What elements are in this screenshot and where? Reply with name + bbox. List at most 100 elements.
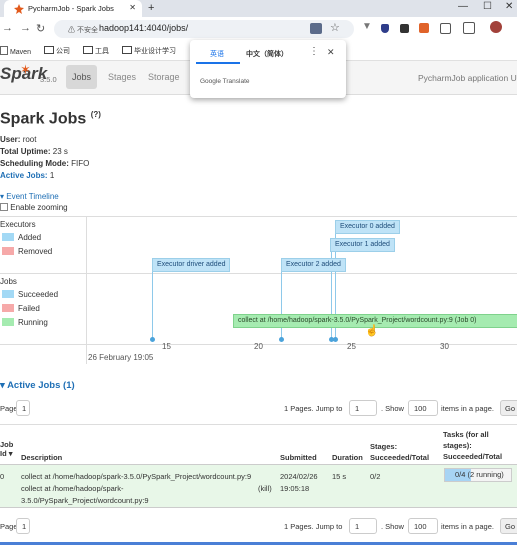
folder-icon (44, 46, 54, 54)
back-arrow-icon[interactable]: → (2, 22, 13, 34)
go-button[interactable]: Go (500, 400, 517, 416)
event-line (281, 270, 282, 340)
event-executor-2-added[interactable]: Executor 2 added (281, 258, 346, 272)
spark-favicon-icon (14, 4, 24, 14)
kill-link[interactable]: (kill) (258, 484, 272, 493)
active-jobs-heading[interactable]: ▾ Active Jobs (1) (0, 380, 75, 391)
bookmark-star-icon[interactable]: ☆ (330, 21, 340, 34)
event-dot[interactable] (150, 337, 155, 342)
jump-to-input[interactable]: 1 (349, 400, 377, 416)
close-window-icon[interactable]: ✕ (505, 1, 513, 12)
help-link[interactable]: (?) (91, 110, 101, 119)
duration-cell: 15 s (332, 472, 347, 481)
bookmark-thesis[interactable]: 毕业设计学习 (122, 46, 176, 56)
tab-storage[interactable]: Storage (142, 65, 186, 89)
legend-running-swatch (2, 318, 14, 326)
axis-tick: 15 (162, 342, 171, 351)
bookmark-company[interactable]: 公司 (44, 46, 70, 56)
legend-running: Running (18, 318, 48, 327)
legend-added-swatch (2, 233, 14, 241)
translate-icon[interactable] (310, 23, 322, 34)
active-jobs-info[interactable]: Active Jobs: 1 (0, 171, 54, 180)
items-text-bottom: items in a page. (441, 522, 494, 531)
job-description-link-cont[interactable]: 3.5.0/PySpark_Project/wordcount.py:9 (21, 496, 149, 505)
page-size-input-bottom[interactable]: 100 (408, 518, 438, 534)
axis-date-label: 26 February 19:05 (88, 353, 154, 362)
bookmark-maven[interactable]: Maven (0, 46, 31, 56)
shield-extension-icon[interactable] (381, 24, 389, 33)
job-description: collect at /home/hadoop/spark-3.5.0/PySp… (21, 472, 252, 481)
col-description[interactable]: Description (21, 453, 62, 462)
event-timeline[interactable]: Executors Added Removed Jobs Succeeded F… (0, 216, 517, 364)
translate-popup: 英语 中文（简体） ⋮ ✕ Google Translate (190, 40, 346, 98)
profile-avatar[interactable] (490, 21, 502, 33)
close-popup-icon[interactable]: ✕ (327, 47, 335, 58)
col-tasks: Tasks (for all stages): Succeeded/Total (443, 430, 503, 461)
enable-zooming[interactable]: Enable zooming (0, 203, 68, 212)
col-stages[interactable]: Stages: Succeeded/Total (370, 441, 440, 463)
submitted-time: 19:05:18 (280, 484, 310, 493)
bookmark-tools[interactable]: 工具 (83, 46, 109, 56)
legend-failed-swatch (2, 304, 14, 312)
page-input-bottom[interactable]: 1 (16, 518, 30, 534)
legend-added: Added (18, 233, 42, 242)
video-progress-bar[interactable] (0, 542, 517, 545)
event-executor-0-added[interactable]: Executor 0 added (335, 220, 400, 234)
event-dot[interactable] (333, 337, 338, 342)
show-label-bottom: . Show (381, 522, 404, 531)
items-text: items in a page. (441, 404, 494, 413)
jump-to-input-bottom[interactable]: 1 (349, 518, 377, 534)
axis-tick: 20 (254, 342, 263, 351)
security-warning[interactable]: ⚠ 不安全 (68, 25, 98, 35)
new-tab-button[interactable]: + (148, 2, 154, 14)
lang-english-tab[interactable]: 英语 (196, 46, 240, 64)
folder-icon (83, 46, 93, 54)
more-options-icon[interactable]: ⋮ (309, 46, 319, 57)
minimize-icon[interactable]: — (458, 1, 468, 12)
event-dot[interactable] (279, 337, 284, 342)
jobs-group-label: Jobs (0, 277, 17, 286)
extension-icon[interactable] (400, 24, 409, 33)
legend-failed: Failed (18, 304, 40, 313)
url-text: hadoop141:4040/jobs/ (99, 23, 189, 33)
col-job-id[interactable]: Job Id ▾ (0, 440, 16, 458)
zoom-checkbox[interactable] (0, 203, 8, 211)
page-icon (0, 46, 8, 55)
address-bar[interactable]: ⚠ 不安全 hadoop141:4040/jobs/ (54, 20, 354, 38)
translate-footer: Google Translate (200, 78, 250, 85)
event-executor-driver-added[interactable]: Executor driver added (152, 258, 231, 272)
app-name: PycharmJob application UI (418, 73, 517, 83)
user-info: User: root (0, 135, 37, 144)
tab-jobs[interactable]: Jobs (66, 65, 98, 89)
puzzle-icon[interactable] (440, 23, 451, 34)
job-description-link[interactable]: collect at /home/hadoop/spark- (21, 484, 124, 493)
tab-title: PycharmJob - Spark Jobs (28, 4, 114, 13)
legend-removed-swatch (2, 247, 14, 255)
event-executor-1-added[interactable]: Executor 1 added (330, 238, 395, 252)
reload-icon[interactable]: ↻ (36, 22, 45, 35)
col-submitted[interactable]: Submitted (280, 453, 317, 462)
page-size-input[interactable]: 100 (408, 400, 438, 416)
mouse-cursor-icon: ☝ (365, 325, 379, 337)
col-duration[interactable]: Duration (332, 453, 363, 462)
spark-version: 3.5.0 (40, 75, 57, 84)
go-button-bottom[interactable]: Go (500, 518, 517, 534)
executors-group-label: Executors (0, 220, 36, 229)
forward-arrow-icon[interactable]: → (20, 22, 31, 34)
job-id-cell: 0 (0, 472, 5, 481)
submitted-date: 2024/02/26 (280, 472, 318, 481)
page-input[interactable]: 1 (16, 400, 30, 416)
sidebar-icon[interactable] (463, 22, 475, 34)
axis-tick: 25 (347, 342, 356, 351)
browser-tab[interactable]: PycharmJob - Spark Jobs ✕ (4, 0, 142, 17)
tasks-progress-bar: 0/4 (2 running) (444, 468, 512, 482)
tab-stages[interactable]: Stages (102, 65, 142, 89)
event-timeline-toggle[interactable]: ▾ Event Timeline (0, 192, 59, 201)
close-tab-icon[interactable]: ✕ (129, 3, 136, 12)
extension-orange-icon[interactable] (419, 23, 429, 33)
legend-removed: Removed (18, 247, 53, 256)
axis-tick: 30 (440, 342, 449, 351)
filter-extension-icon[interactable]: ▼ (362, 21, 372, 32)
maximize-icon[interactable]: ☐ (483, 1, 492, 12)
lang-chinese-tab[interactable]: 中文（简体） (246, 49, 288, 59)
